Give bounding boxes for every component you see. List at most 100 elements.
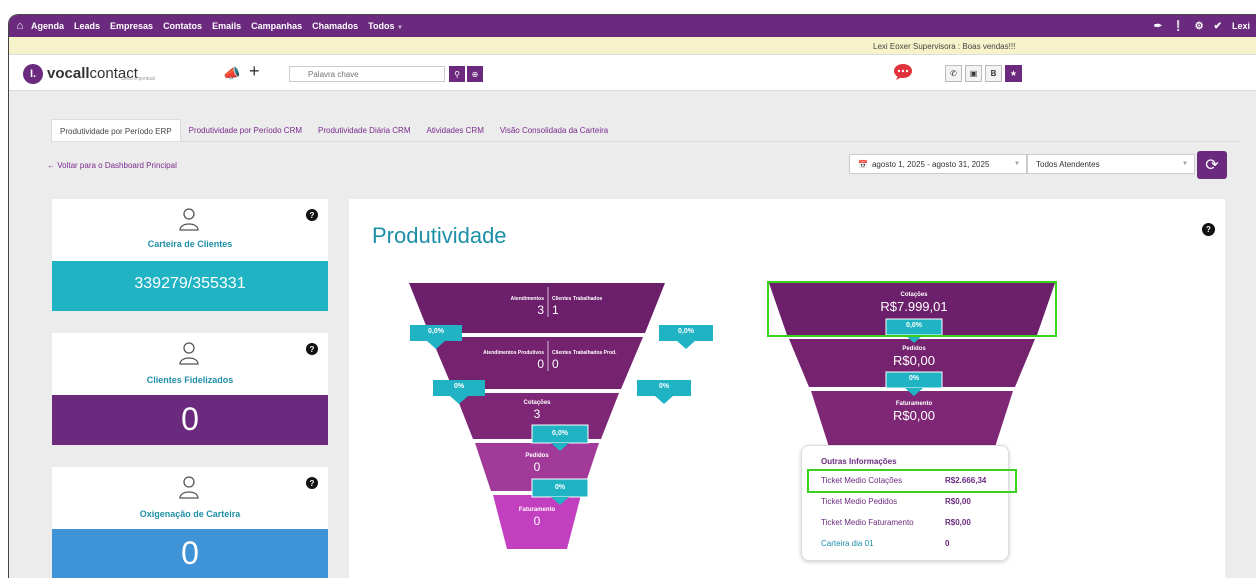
search-input[interactable] bbox=[289, 66, 445, 82]
funnel-value: 0 bbox=[533, 460, 541, 474]
refresh-button[interactable]: ⟳ bbox=[1197, 151, 1227, 179]
funnel-label: Atendimentos bbox=[510, 296, 544, 302]
help-icon[interactable]: ? bbox=[306, 477, 318, 489]
chevron-down-icon: ▼ bbox=[1014, 161, 1020, 167]
nav-contatos[interactable]: Contatos bbox=[163, 21, 202, 31]
user-icon bbox=[179, 476, 199, 499]
info-icon[interactable]: ❕ bbox=[1172, 21, 1184, 32]
search-button[interactable]: ⚲ bbox=[449, 66, 465, 82]
funnel-label: Clientes Trabalhados bbox=[552, 296, 603, 302]
star-button[interactable]: ★ bbox=[1005, 65, 1022, 82]
back-link[interactable]: ← Voltar para o Dashboard Principal bbox=[47, 161, 177, 170]
funnel-label: Atendimentos Produtivos bbox=[483, 350, 544, 356]
tab-produtividade-erp[interactable]: Produtividade por Período ERP bbox=[51, 119, 181, 141]
welcome-message: Lexi Eoxer Supervisora : Boas vendas!!! bbox=[873, 42, 1016, 51]
tab-divider bbox=[51, 141, 1241, 142]
funnel-value: 0 bbox=[537, 357, 544, 371]
card-value: 0 bbox=[181, 401, 199, 437]
card-value: 339279/355331 bbox=[134, 275, 246, 292]
date-range-select[interactable]: 📅 agosto 1, 2025 - agosto 31, 2025 ▼ bbox=[849, 154, 1027, 174]
calendar-icon: 📅 bbox=[858, 159, 868, 169]
nav-campanhas[interactable]: Campanhas bbox=[251, 21, 302, 31]
gear-icon[interactable]: ⚙ bbox=[1195, 21, 1204, 32]
funnel-label: Faturamento bbox=[518, 507, 556, 513]
info-row-label: Ticket Medio Faturamento bbox=[821, 518, 914, 527]
rate-value: 0% bbox=[554, 484, 566, 491]
nav-chamados[interactable]: Chamados bbox=[312, 21, 358, 31]
back-link-label: Voltar para o Dashboard Principal bbox=[57, 161, 177, 170]
card-label: Oxigenação de Carteira bbox=[139, 509, 241, 519]
funnel-value: 3 bbox=[537, 303, 544, 317]
highlight-box bbox=[767, 281, 1057, 337]
funnel-value: 3 bbox=[533, 407, 541, 421]
funnel-label: Pedidos bbox=[902, 346, 926, 352]
attendant-select[interactable]: Todos Atendentes ▼ bbox=[1027, 154, 1195, 174]
attendant-value: Todos Atendentes bbox=[1036, 159, 1100, 169]
pencil-icon[interactable]: ✒ bbox=[1154, 21, 1162, 32]
chat-icon[interactable] bbox=[893, 63, 913, 81]
card-value-band: 339279/355331 bbox=[52, 261, 328, 311]
card-label: Carteira de Clientes bbox=[147, 239, 233, 249]
highlight-box bbox=[807, 469, 1017, 493]
funnel-label: Pedidos bbox=[525, 453, 549, 459]
card-fidelizados: ? Clientes Fidelizados 0 bbox=[52, 333, 328, 445]
user-icon bbox=[179, 208, 199, 231]
funnel-value: 0 bbox=[533, 514, 541, 528]
nav-todos[interactable]: Todos ▼ bbox=[368, 21, 403, 31]
nav-leads[interactable]: Leads bbox=[74, 21, 100, 31]
arrow-left-icon: ← bbox=[47, 161, 55, 170]
other-info-title: Outras Informações bbox=[821, 457, 897, 466]
nav-agenda[interactable]: Agenda bbox=[31, 21, 64, 31]
tab-produtividade-diaria[interactable]: Produtividade Diária CRM bbox=[310, 119, 418, 141]
info-row-value: 0 bbox=[945, 539, 950, 548]
help-icon[interactable]: ? bbox=[306, 343, 318, 355]
home-icon[interactable]: ⌂ bbox=[9, 20, 31, 32]
other-info-box: Outras Informações Ticket Medio Cotações… bbox=[801, 445, 1009, 561]
toolbar: I. vocallcontact único e pontual 📣 + ▼ ⚲… bbox=[9, 55, 1256, 91]
logo-bold: vocall bbox=[47, 65, 90, 82]
funnel-value: R$0,00 bbox=[893, 353, 935, 368]
megaphone-icon[interactable]: 📣 bbox=[223, 65, 240, 82]
app-window: ⌂ Agenda Leads Empresas Contatos Emails … bbox=[8, 14, 1256, 578]
phone-button[interactable]: ✆ bbox=[945, 65, 962, 82]
nav-empresas[interactable]: Empresas bbox=[110, 21, 153, 31]
help-icon[interactable]: ? bbox=[306, 209, 318, 221]
card-carteira: ? Carteira de Clientes 339279/355331 bbox=[52, 199, 328, 311]
funnel-value: 0 bbox=[552, 357, 559, 371]
funnel-value: 1 bbox=[552, 303, 559, 317]
chevron-down-icon: ▼ bbox=[1182, 161, 1188, 167]
tab-visao-consolidada[interactable]: Visão Consolidada da Carteira bbox=[492, 119, 616, 141]
advanced-search-button[interactable]: ⊕ bbox=[467, 66, 483, 82]
nav-right-tools: ✒ ❕ ⚙ ✔ Lexi bbox=[1154, 21, 1256, 32]
info-row-value: R$0,00 bbox=[945, 518, 971, 527]
tab-atividades-crm[interactable]: Atividades CRM bbox=[419, 119, 492, 141]
info-row-link[interactable]: Carteira dia 01 bbox=[821, 539, 873, 548]
user-icon bbox=[179, 342, 199, 365]
b-button[interactable]: B bbox=[985, 65, 1002, 82]
card-value: 0 bbox=[181, 535, 199, 571]
funnel-label: Clientes Trabalhados Prod. bbox=[552, 350, 617, 356]
logo-tagline: único e pontual bbox=[121, 76, 155, 82]
date-range-value: agosto 1, 2025 - agosto 31, 2025 bbox=[871, 159, 990, 169]
card-oxigenacao: ? Oxigenação de Carteira 0 bbox=[52, 467, 328, 578]
funnel-label: Faturamento bbox=[895, 401, 933, 407]
chevron-down-icon: ▼ bbox=[396, 25, 403, 31]
nav-emails[interactable]: Emails bbox=[212, 21, 241, 31]
plus-icon[interactable]: + bbox=[249, 61, 260, 82]
contact-card-button[interactable]: ▣ bbox=[965, 65, 982, 82]
rate-value: 0% bbox=[453, 383, 465, 390]
nav-todos-label: Todos bbox=[368, 21, 395, 31]
tab-produtividade-crm[interactable]: Produtividade por Período CRM bbox=[181, 119, 310, 141]
rate-value: 0,0% bbox=[678, 328, 694, 335]
refresh-icon: ⟳ bbox=[1205, 157, 1219, 174]
user-name[interactable]: Lexi bbox=[1232, 21, 1250, 31]
funnel-left-texts: Atendimentos 3 Clientes Trabalhados 1 At… bbox=[349, 199, 1225, 578]
card-label: Clientes Fidelizados bbox=[146, 375, 234, 385]
productivity-panel: Produtividade ? Atendimentos 3 Clientes … bbox=[349, 199, 1225, 578]
logo-badge-icon: I. bbox=[23, 64, 43, 84]
funnel-label: Cotações bbox=[523, 400, 551, 406]
check-circle-icon[interactable]: ✔ bbox=[1214, 21, 1222, 32]
funnel-value: R$0,00 bbox=[893, 408, 935, 423]
card-value-band: 0 bbox=[52, 395, 328, 445]
top-nav: ⌂ Agenda Leads Empresas Contatos Emails … bbox=[9, 15, 1256, 37]
